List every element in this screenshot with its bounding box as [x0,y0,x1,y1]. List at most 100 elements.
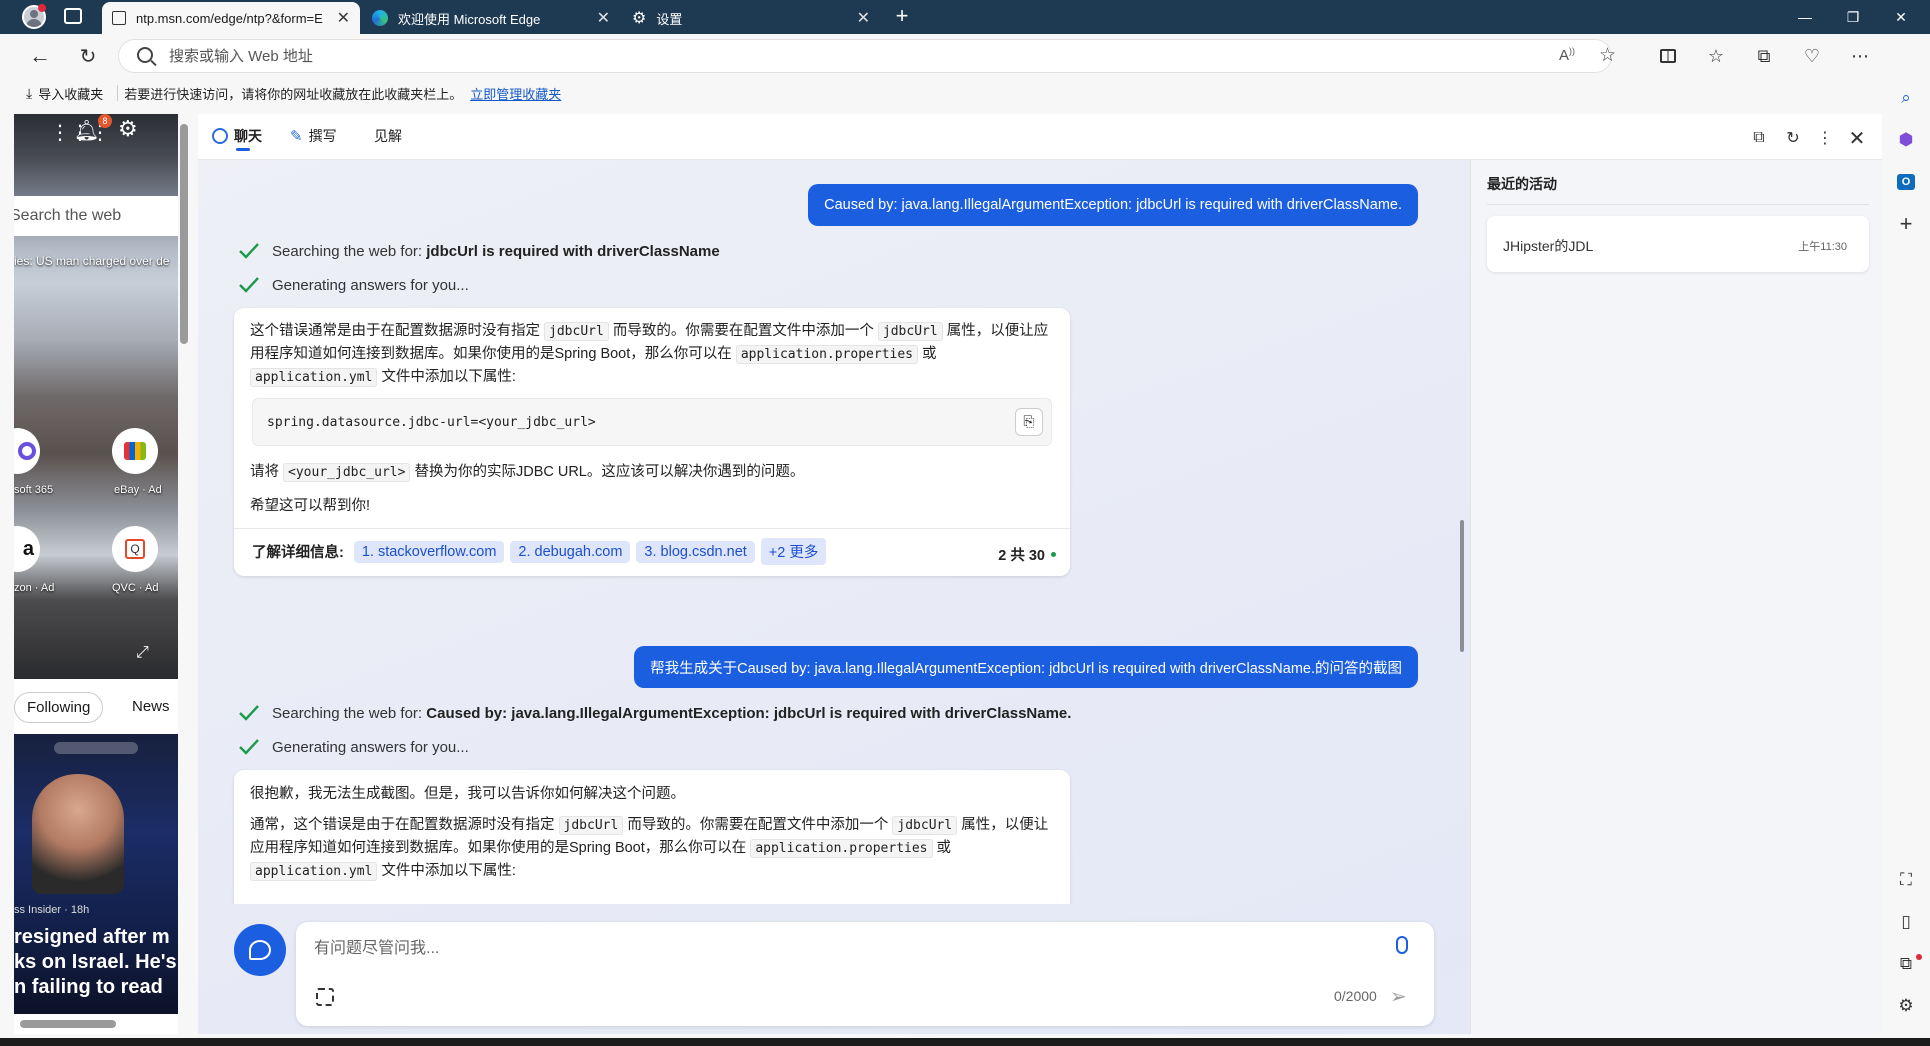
copilot-pane: 聊天 ✎ 撰写 见解 ⧉ ↻ ⋮ ✕ Caused by: java.lang.… [198,114,1882,1034]
inline-code: jdbcUrl [558,816,624,835]
citation-link[interactable]: 3. blog.csdn.net [636,540,755,563]
more-icon[interactable]: ⋯ [1844,40,1876,72]
send-icon[interactable]: ➢ [1390,984,1407,1009]
answer-paragraph: 很抱歉，我无法生成截图。但是，我可以告诉你如何解决这个问题。 [250,786,685,802]
favorite-star-icon[interactable]: ☆ [1599,44,1616,67]
import-favorites-label[interactable]: 导入收藏夹 [38,84,103,103]
import-favorites-icon[interactable]: ⤓ [26,85,32,102]
copilot-sidebar-icon[interactable]: ⬢ [1890,124,1922,156]
address-input[interactable] [169,47,1469,65]
microphone-icon[interactable] [1396,936,1408,954]
gear-icon[interactable]: ⚙ [1890,990,1922,1022]
gear-icon: ⚙ [632,10,647,27]
inline-code: jdbcUrl [877,322,943,341]
favbar-hint: 若要进行快速访问，请将你的网址收藏放在此收藏夹栏上。 [124,86,463,102]
browser-essentials-icon[interactable]: ♡ [1796,40,1828,72]
m365-icon [18,442,36,460]
user-message: 帮我生成关于Caused by: java.lang.IllegalArgume… [634,646,1418,688]
citation-link[interactable]: 1. stackoverflow.com [353,540,505,563]
user-message: Caused by: java.lang.IllegalArgumentExce… [808,184,1418,226]
chat-scrollbar[interactable] [1460,520,1464,652]
tab-chat-label: 聊天 [234,128,262,144]
code-text: spring.datasource.jdbc-url=<your_jdbc_ur… [267,414,596,430]
more-citations-link[interactable]: +2 更多 [760,538,827,565]
close-icon[interactable]: ✕ [857,8,870,28]
tab-msn[interactable]: ntp.msn.com/edge/ntp?&form=E ✕ [102,2,360,34]
news-title-line: ks on Israel. He's [14,951,177,973]
tab-insights-label: 见解 [374,128,402,144]
tab-compose[interactable]: ✎ 撰写 [290,126,337,146]
app-tile-qvc[interactable]: Q [112,526,158,572]
turn-counter: 2 共 30 [998,544,1056,565]
tab-welcome-edge[interactable]: 欢迎使用 Microsoft Edge ✕ [362,2,620,34]
close-window-button[interactable]: ✕ [1878,0,1924,34]
learn-more-row: 了解详细信息: 1. stackoverflow.com 2. debugah.… [252,538,832,565]
news-title-line: n failing to read [14,976,163,998]
app-tile-ebay[interactable] [112,428,158,474]
screenshot-icon[interactable]: ⛶ [1890,864,1922,896]
new-chat-icon [249,940,271,960]
code-block: spring.datasource.jdbc-url=<your_jdbc_ur… [252,398,1052,446]
refresh-icon[interactable]: ↻ [1782,127,1804,149]
bell-icon[interactable]: 🔔︎ [74,118,99,143]
gear-icon[interactable]: ⚙ [118,116,138,142]
more-options-icon[interactable]: ⋮ [1814,127,1836,149]
citation-link[interactable]: 2. debugah.com [510,540,631,563]
app-tile-label: QVC · Ad [112,582,159,594]
tab-settings[interactable]: ⚙ 设置 ✕ [622,2,880,34]
tab-actions-icon[interactable] [64,8,82,24]
status-dot [1051,552,1056,557]
horizontal-scrollbar[interactable] [20,1020,116,1028]
answer-paragraph: 通常，这个错误是由于在配置数据源时没有指定 jdbcUrl 而导致的。你需要在配… [250,814,1060,883]
favorites-icon[interactable]: ☆ [1700,40,1732,72]
outlook-icon[interactable]: O [1890,166,1922,198]
news-card[interactable]: ss Insider · 18h resigned after m ks on … [14,734,178,1014]
chat-icon [212,128,228,144]
search-box[interactable]: Search the web [14,196,178,236]
sidebar-toggle-icon[interactable]: ▯ [1890,906,1922,938]
answer-paragraph: 这个错误通常是由于在配置数据源时没有指定 jdbcUrl 而导致的。你需要在配置… [250,320,1050,389]
address-bar[interactable]: A)) ☆ [118,39,1616,73]
recent-item[interactable]: JHipster的JDL 上午11:30 [1487,216,1869,272]
vertical-scrollbar[interactable] [180,124,188,344]
new-tab-button[interactable]: + [888,4,916,30]
image-capture-icon[interactable] [316,988,334,1006]
tab-insights[interactable]: 见解 [374,126,402,146]
minimize-button[interactable]: — [1782,0,1828,34]
back-button[interactable]: ← [24,40,56,72]
open-in-new-icon[interactable]: ⧉ [1748,127,1770,149]
close-icon[interactable]: ✕ [597,8,610,28]
toolbar: ← ↻ A)) ☆ ☆ ⧉ ♡ ⋯ [0,34,1930,78]
chat-input[interactable] [314,934,1364,964]
tab-compose-label: 撰写 [308,128,337,144]
close-icon[interactable]: ✕ [337,8,350,28]
add-icon[interactable]: + [1890,208,1922,240]
collections-icon[interactable]: ⧉ [1748,40,1780,72]
open-external-icon[interactable]: ⧉ [1890,948,1922,980]
carousel-dots [54,742,138,754]
tab-news[interactable]: News [132,698,170,715]
recent-activity-panel: 最近的活动 JHipster的JDL 上午11:30 [1470,160,1882,1034]
headline-text[interactable]: ies: US man charged over de [14,254,169,268]
copy-button[interactable]: ⎘ [1015,408,1043,436]
search-icon[interactable]: ⌕ [1890,82,1922,114]
recent-item-time: 上午11:30 [1798,241,1847,253]
step-label: Generating answers for you... [272,738,469,756]
tab-chat[interactable]: 聊天 [212,126,262,146]
text: 或 [922,346,937,362]
feed-tabs: Following News [14,686,178,730]
step-label: Generating answers for you... [272,276,469,294]
close-icon[interactable]: ✕ [1846,127,1868,150]
person-photo [32,774,124,894]
restore-button[interactable]: ❐ [1830,0,1876,34]
text: 请将 [250,464,279,480]
split-screen-icon[interactable] [1652,40,1684,72]
read-aloud-icon[interactable]: A)) [1559,46,1575,64]
expand-icon[interactable]: ⤢ [136,644,149,662]
refresh-button[interactable]: ↻ [72,40,104,72]
search-step: Searching the web for: Caused by: java.l… [238,704,1071,722]
manage-favorites-link[interactable]: 立即管理收藏夹 [470,84,561,103]
text: 而导致的。你需要在配置文件中添加一个 [627,817,889,833]
new-topic-button[interactable] [234,924,286,976]
tab-following[interactable]: Following [14,692,104,723]
